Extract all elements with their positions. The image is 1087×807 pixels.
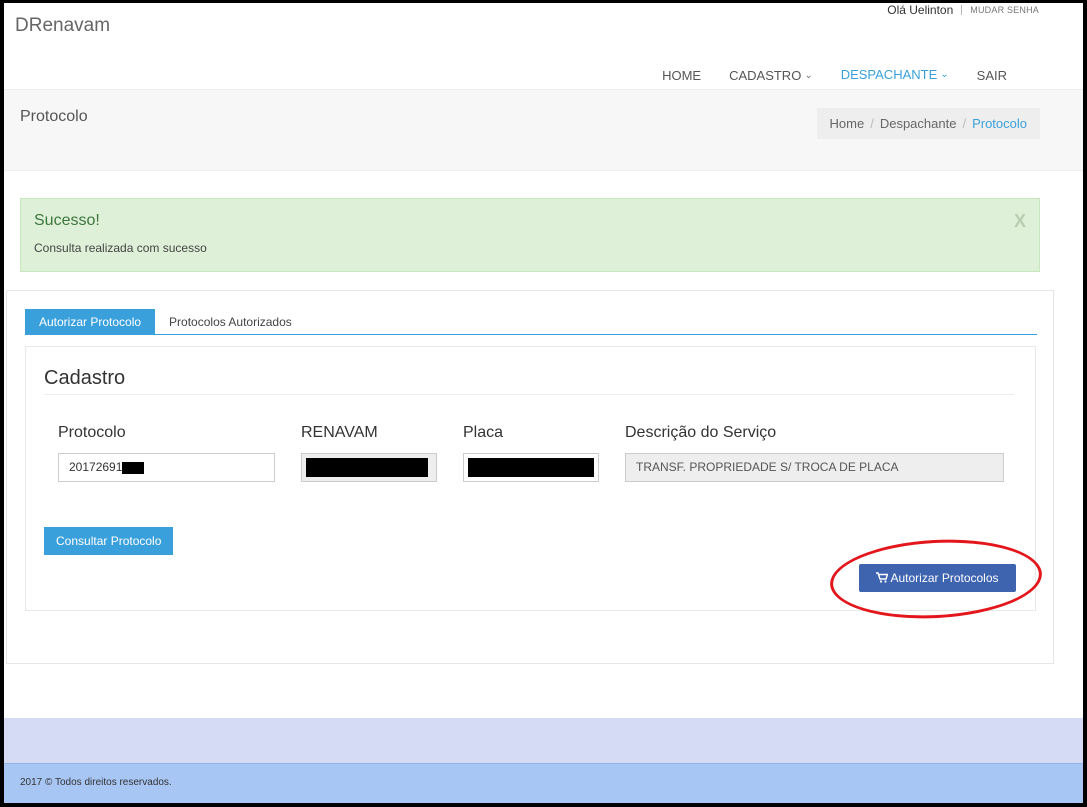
breadcrumb-home[interactable]: Home xyxy=(830,116,865,131)
nav-item-cadastro[interactable]: CADASTRO ⌄ xyxy=(715,60,827,92)
breadcrumb: Home / Despachante / Protocolo xyxy=(816,108,1040,139)
renavam-label: RENAVAM xyxy=(301,424,378,441)
breadcrumb-despachante[interactable]: Despachante xyxy=(880,116,957,131)
nav-item-sair[interactable]: SAIR xyxy=(963,60,1021,92)
renavam-input[interactable] xyxy=(301,453,437,482)
alert-message: Consulta realizada com sucesso xyxy=(34,241,207,255)
app-window: DRenavam Olá Uelinton MUDAR SENHA HOME C… xyxy=(4,3,1083,803)
footer-spacer xyxy=(4,718,1083,763)
nav-item-label: SAIR xyxy=(976,68,1007,83)
redaction-block xyxy=(122,461,145,474)
brand-logo[interactable]: DRenavam xyxy=(15,15,110,37)
placa-input[interactable] xyxy=(463,453,599,482)
breadcrumb-current: Protocolo xyxy=(972,116,1027,131)
success-alert: Sucesso! Consulta realizada com sucesso … xyxy=(20,198,1040,272)
redaction-block xyxy=(306,458,428,477)
consultar-protocolo-button[interactable]: Consultar Protocolo xyxy=(44,527,174,555)
footer: 2017 © Todos direitos reservados. xyxy=(4,763,1083,803)
descricao-input[interactable]: TRANSF. PROPRIEDADE S/ TROCA DE PLACA xyxy=(625,453,1004,482)
nav-item-label: HOME xyxy=(662,68,702,83)
redaction-block xyxy=(468,458,594,477)
page-title-band: Protocolo Home / Despachante / Protocolo xyxy=(4,89,1083,171)
nav-item-home[interactable]: HOME xyxy=(648,60,715,92)
user-greeting: Olá Uelinton xyxy=(887,3,954,17)
nav-item-label: CADASTRO xyxy=(729,68,802,83)
nav-item-label: DESPACHANTE xyxy=(840,67,938,82)
close-icon[interactable]: X xyxy=(1014,211,1026,232)
breadcrumb-separator: / xyxy=(962,116,967,131)
protocolo-value: 20172691 xyxy=(69,460,123,474)
user-bar-divider xyxy=(961,5,963,15)
user-bar: Olá Uelinton MUDAR SENHA xyxy=(887,3,1039,17)
main-nav: HOME CADASTRO ⌄ DESPACHANTE ⌄ SAIR xyxy=(648,60,1021,92)
protocolo-label: Protocolo xyxy=(58,424,126,441)
nav-item-despachante[interactable]: DESPACHANTE ⌄ xyxy=(826,60,963,92)
tab-bar: Autorizar Protocolo Protocolos Autorizad… xyxy=(25,309,1037,335)
chevron-down-icon: ⌄ xyxy=(940,69,949,80)
copyright-text: 2017 © Todos direitos reservados. xyxy=(20,777,172,788)
section-divider xyxy=(44,394,1014,395)
tab-autorizar-protocolo[interactable]: Autorizar Protocolo xyxy=(25,309,156,334)
tab-protocolos-autorizados[interactable]: Protocolos Autorizados xyxy=(155,309,306,334)
page-title: Protocolo xyxy=(20,108,88,125)
change-password-link[interactable]: MUDAR SENHA xyxy=(970,5,1039,15)
breadcrumb-separator: / xyxy=(870,116,874,131)
descricao-label: Descrição do Serviço xyxy=(625,424,777,441)
section-title: Cadastro xyxy=(44,367,126,395)
alert-title: Sucesso! xyxy=(34,212,100,229)
chevron-down-icon: ⌄ xyxy=(804,70,813,81)
placa-label: Placa xyxy=(463,424,504,441)
protocolo-input[interactable]: 20172691 xyxy=(58,453,275,482)
